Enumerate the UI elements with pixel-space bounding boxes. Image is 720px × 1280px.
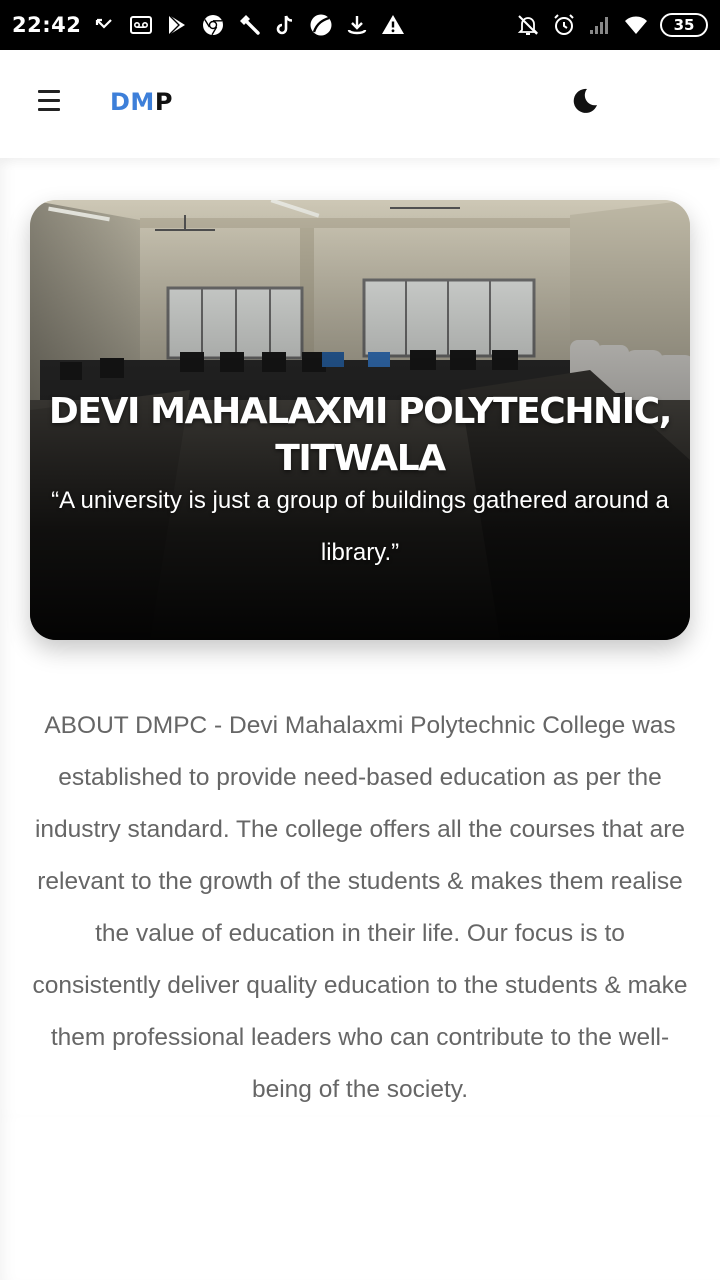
hammer-icon — [237, 13, 261, 37]
page-footer-area — [0, 1116, 720, 1280]
play-store-icon — [165, 13, 189, 37]
moon-icon[interactable] — [570, 86, 600, 116]
wifi-icon — [624, 13, 648, 37]
logo-text-primary: DM — [110, 88, 155, 116]
app-header: DMP — [0, 50, 720, 158]
signal-icon — [588, 13, 612, 37]
status-bar: 22:42 35 — [0, 0, 720, 50]
main-content: DEVI MAHALAXMI POLYTECHNIC, TITWALA “A u… — [0, 158, 720, 1116]
hamburger-menu-icon[interactable] — [38, 90, 64, 116]
missed-call-icon — [93, 13, 117, 37]
site-logo[interactable]: DMP — [110, 88, 173, 116]
hero-banner: DEVI MAHALAXMI POLYTECHNIC, TITWALA “A u… — [30, 200, 690, 640]
logo-text-secondary: P — [154, 88, 173, 116]
warning-icon — [381, 13, 405, 37]
hero-quote: “A university is just a group of buildin… — [51, 487, 669, 566]
alarm-icon — [552, 13, 576, 37]
about-text: ABOUT DMPC - Devi Mahalaxmi Polytechnic … — [32, 712, 688, 1103]
status-bar-right: 35 — [516, 13, 708, 37]
chrome-icon — [201, 13, 225, 37]
browser-icon — [309, 13, 333, 37]
tiktok-icon — [273, 13, 297, 37]
hero-title: DEVI MAHALAXMI POLYTECHNIC, TITWALA — [48, 391, 673, 479]
status-bar-left: 22:42 — [12, 13, 405, 37]
voicemail-icon — [129, 13, 153, 37]
battery-icon: 35 — [660, 13, 708, 37]
status-time: 22:42 — [12, 13, 82, 37]
bell-off-icon — [516, 13, 540, 37]
download-icon — [345, 13, 369, 37]
